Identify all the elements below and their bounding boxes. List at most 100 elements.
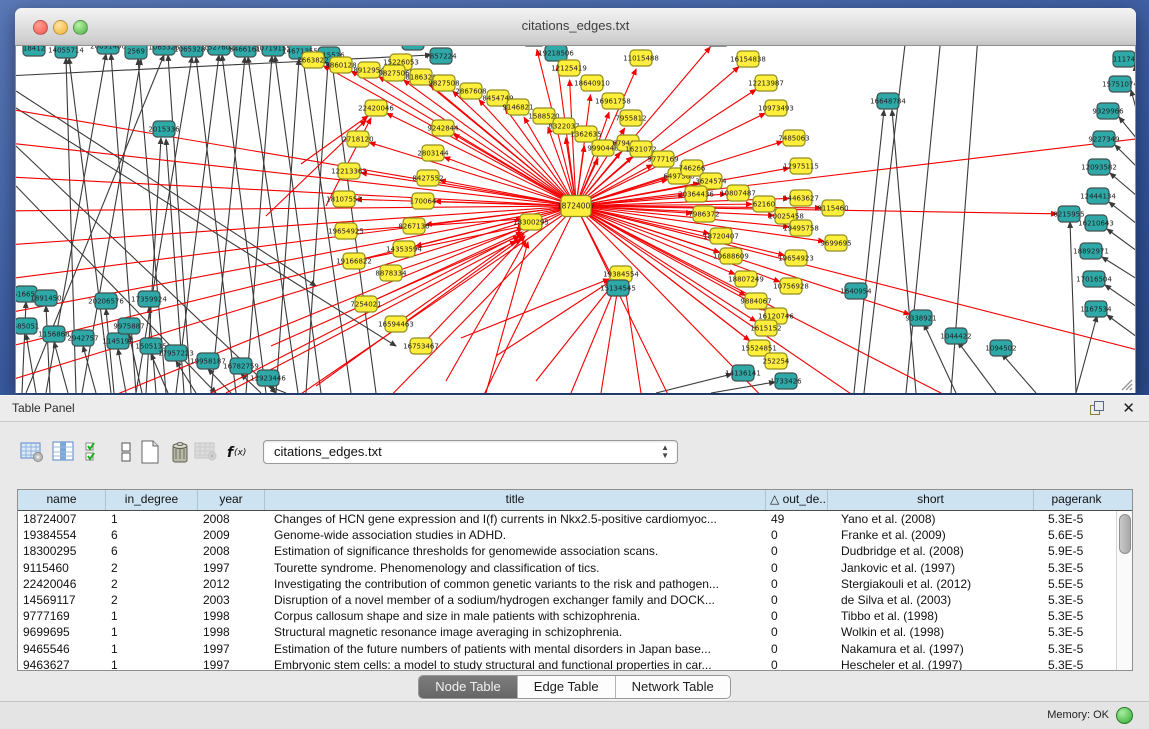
graph-node[interactable]: 12093582: [1081, 159, 1117, 175]
graph-node[interactable]: 9115460: [817, 200, 848, 216]
graph-node[interactable]: 9884067: [740, 293, 771, 309]
graph-node[interactable]: 18724007: [557, 196, 595, 217]
graph-node[interactable]: 17016504: [1076, 271, 1112, 287]
graph-node[interactable]: 7857224: [425, 48, 457, 64]
graph-node[interactable]: 10807487: [720, 185, 756, 201]
float-window-icon[interactable]: [1090, 401, 1105, 416]
graph-node[interactable]: 10688609: [713, 248, 749, 264]
graph-node[interactable]: 11174: [1113, 51, 1136, 67]
graph-node[interactable]: 8427552: [412, 170, 443, 186]
function-builder-icon[interactable]: f(x): [224, 438, 252, 466]
graph-node[interactable]: 1640954: [840, 283, 872, 299]
graph-node[interactable]: 12444134: [1080, 188, 1116, 204]
graph-node[interactable]: 18720407: [703, 228, 739, 244]
column-header-pagerank[interactable]: pagerank: [1034, 490, 1119, 510]
graph-node[interactable]: 9975887: [113, 318, 144, 334]
graph-node[interactable]: 9338921: [905, 310, 936, 326]
graph-node[interactable]: 9699695: [820, 235, 851, 251]
vertical-scrollbar[interactable]: [1116, 511, 1132, 671]
graph-node[interactable]: 16154838: [730, 51, 766, 67]
graph-node[interactable]: 16648784: [870, 93, 906, 109]
close-panel-icon[interactable]: ✕: [1122, 399, 1135, 417]
graph-node[interactable]: 14055714: [48, 46, 84, 58]
graph-node[interactable]: 20206576: [88, 293, 124, 309]
table-row[interactable]: 946362711997Embryonic stem cells: a mode…: [18, 657, 1132, 671]
graph-node[interactable]: 15751074: [1102, 76, 1136, 92]
column-header-in_degree[interactable]: in_degree: [106, 490, 198, 510]
graph-node[interactable]: 18412: [23, 46, 45, 56]
graph-node[interactable]: 16053809: [395, 46, 431, 50]
graph-node[interactable]: 1094502: [985, 340, 1016, 356]
graph-node[interactable]: 12125419: [551, 60, 587, 76]
table-row[interactable]: 1830029562008Estimation of significance …: [18, 543, 1132, 559]
window-titlebar[interactable]: citations_edges.txt: [15, 8, 1136, 46]
graph-node[interactable]: 18640910: [574, 75, 610, 91]
graph-node[interactable]: 62160: [753, 196, 775, 212]
graph-node[interactable]: 2942757: [67, 330, 98, 346]
graph-node[interactable]: 9329966: [1092, 103, 1124, 119]
graph-node[interactable]: 1044422: [940, 328, 971, 344]
scrollbar-thumb[interactable]: [1119, 514, 1131, 554]
network-canvas-container[interactable]: 1841214055714206914062569106532810653287…: [15, 46, 1136, 393]
graph-node[interactable]: 14463627: [783, 190, 819, 206]
graph-node[interactable]: 12975115: [783, 158, 819, 174]
tab-edge-table[interactable]: Edge Table: [518, 676, 616, 698]
graph-node[interactable]: 585051: [16, 318, 39, 334]
combobox-stepper-icon[interactable]: ▲▼: [661, 444, 669, 460]
graph-node[interactable]: 9777169: [647, 151, 678, 167]
table-row[interactable]: 911546021997Tourette syndrome. Phenomeno…: [18, 560, 1132, 576]
graph-node[interactable]: 16961758: [595, 93, 631, 109]
table-row[interactable]: 1456911722003Disruption of a novel membe…: [18, 592, 1132, 608]
graph-node[interactable]: 19958187: [190, 353, 226, 369]
table-row[interactable]: 946554611997Estimation of the future num…: [18, 641, 1132, 657]
graph-node[interactable]: 2718120: [342, 131, 373, 147]
graph-node[interactable]: 9860128: [325, 57, 356, 73]
graph-node[interactable]: 7955812: [615, 110, 646, 126]
tab-network-table[interactable]: Network Table: [616, 676, 730, 698]
new-table-icon[interactable]: [136, 438, 164, 466]
graph-node[interactable]: 1615152: [750, 320, 781, 336]
column-header-name[interactable]: name: [18, 490, 106, 510]
graph-node[interactable]: 19654923: [778, 250, 814, 266]
graph-node[interactable]: 2569: [125, 46, 147, 59]
graph-node[interactable]: 20691406: [90, 46, 126, 54]
delete-table-icon[interactable]: [166, 438, 194, 466]
graph-node[interactable]: 19166822: [336, 253, 372, 269]
graph-node[interactable]: 11015488: [623, 50, 659, 66]
graph-node[interactable]: 8267130: [398, 218, 429, 234]
delete-column-disabled-icon[interactable]: [192, 438, 220, 466]
show-columns-icon[interactable]: [50, 438, 78, 466]
table-row[interactable]: 2242004622012Investigating the contribut…: [18, 576, 1132, 592]
table-row[interactable]: 969969511998Structural magnetic resonanc…: [18, 624, 1132, 640]
select-columns-icon[interactable]: [82, 438, 110, 466]
column-header-out_de[interactable]: △ out_de...: [766, 490, 828, 510]
graph-node[interactable]: 16594463: [378, 316, 414, 332]
graph-node[interactable]: 14136141: [725, 365, 761, 381]
resize-grip-icon[interactable]: [1119, 377, 1133, 391]
graph-node[interactable]: 2015336: [148, 121, 180, 137]
table-row[interactable]: 1938455462009Genome-wide association stu…: [18, 527, 1132, 543]
graph-node[interactable]: 9227349: [1088, 131, 1119, 147]
column-header-short[interactable]: short: [828, 490, 1034, 510]
graph-node[interactable]: 252254: [763, 353, 790, 369]
graph-node[interactable]: 7254021: [350, 296, 381, 312]
node-table[interactable]: namein_degreeyeartitle△ out_de...shortpa…: [17, 489, 1133, 671]
graph-node[interactable]: 18892971: [1073, 243, 1109, 259]
graph-node[interactable]: 1156868: [38, 326, 69, 342]
graph-node[interactable]: 7663822: [297, 52, 328, 68]
network-canvas[interactable]: 1841214055714206914062569106532810653287…: [16, 46, 1136, 393]
graph-node[interactable]: 19218506: [538, 46, 574, 61]
memory-ok-indicator-icon[interactable]: [1116, 707, 1133, 724]
graph-node[interactable]: 12923446: [250, 370, 286, 386]
graph-node[interactable]: 1891450: [30, 290, 61, 306]
graph-node[interactable]: 2803144: [417, 145, 449, 161]
graph-node[interactable]: 1733426: [770, 373, 802, 389]
graph-node[interactable]: 7485063: [778, 130, 809, 146]
graph-node[interactable]: 12213987: [748, 75, 784, 91]
tab-node-table[interactable]: Node Table: [419, 676, 518, 698]
column-header-title[interactable]: title: [265, 490, 766, 510]
graph-node[interactable]: 8878334: [375, 265, 407, 281]
graph-node[interactable]: 7986372: [688, 206, 719, 222]
table-row[interactable]: 977716911998Corpus callosum shape and si…: [18, 608, 1132, 624]
column-header-year[interactable]: year: [198, 490, 265, 510]
